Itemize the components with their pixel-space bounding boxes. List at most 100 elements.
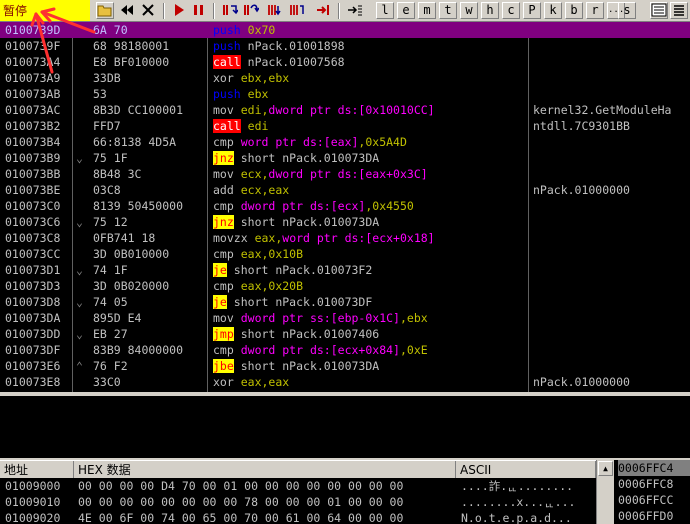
pause-icon[interactable] — [190, 2, 208, 19]
disasm-row[interactable]: 010073AB 53 push ebx — [0, 86, 690, 102]
instruction-operand: eax,eax — [240, 375, 290, 389]
stack-address[interactable]: 0006FFC4 — [618, 460, 690, 476]
disasm-row[interactable]: 010073E6 ⌃ 76 F2 jbe short nPack.010073DA — [0, 358, 690, 374]
instruction-text: jbe short nPack.010073DA — [213, 358, 379, 374]
instruction-text: call nPack.01007568 — [213, 54, 345, 70]
toolbar-w-button[interactable]: w — [460, 2, 478, 19]
run-icon[interactable] — [170, 2, 188, 19]
toolbar-c-button[interactable]: c — [502, 2, 520, 19]
instruction-bytes: 76 F2 — [93, 359, 128, 373]
instruction-mnemonic: push — [213, 87, 241, 101]
dump-header-address[interactable]: 地址 — [0, 461, 74, 479]
instruction-address: 010073C8 — [5, 231, 61, 245]
toolbar-k-button[interactable]: k — [544, 2, 562, 19]
toolbar-m-button[interactable]: m — [418, 2, 436, 19]
toolbar-s-button[interactable]: s — [618, 2, 636, 19]
dump-row[interactable]: 01009000 00 00 00 00 D4 70 00 01 00 00 00… — [0, 478, 596, 494]
stack-scrollbar[interactable]: ▲ — [596, 460, 614, 524]
instruction-comment: ntdll.7C9301BB — [533, 119, 630, 133]
dump-pane[interactable]: 01009000 00 00 00 00 D4 70 00 01 00 00 00… — [0, 478, 596, 524]
instruction-text: cmp eax,0x10B — [213, 246, 303, 262]
instruction-mnemonic: cmp — [213, 279, 234, 293]
instruction-bytes: EB 27 — [93, 327, 128, 341]
disasm-row[interactable]: 010073DA 895D E4 mov dword ptr ss:[ebp-0x1… — [0, 310, 690, 326]
instruction-mnemonic: xor — [213, 375, 234, 389]
instruction-address: 010073CC — [5, 247, 61, 261]
disasm-row[interactable]: 010073A4 E8 BF010000 call nPack.01007568 — [0, 54, 690, 70]
restart-icon[interactable] — [118, 2, 136, 19]
jump-direction-marker: ⌄ — [76, 263, 83, 277]
dump-address: 01009010 — [5, 495, 61, 509]
disasm-row[interactable]: 010073C6 ⌄ 75 12 jnz short nPack.010073DA — [0, 214, 690, 230]
help-icon[interactable] — [670, 2, 688, 19]
toolbar-P-button[interactable]: P — [523, 2, 541, 19]
instruction-text: cmp eax,0x20B — [213, 278, 303, 294]
instruction-operand: dword ptr ds:[eax+0x3C] — [268, 167, 428, 181]
instruction-operand: ebx,ebx — [240, 71, 290, 85]
stack-address[interactable]: 0006FFCC — [618, 492, 690, 508]
instruction-bytes: 8139 50450000 — [93, 199, 184, 213]
stack-pane[interactable]: 0006FFC4 0006FFC8 0006FFCC 0006FFD0 — [614, 460, 690, 524]
dump-row[interactable]: 01009020 4E 00 6F 00 74 00 65 00 70 00 61… — [0, 510, 596, 524]
jump-direction-marker: ⌄ — [76, 215, 83, 229]
disasm-row[interactable]: 010073AC 8B3D CC100001 mov edi,dword ptr d… — [0, 102, 690, 118]
disasm-row[interactable]: 010073C0 8139 50450000 cmp dword ptr ds:[e… — [0, 198, 690, 214]
go-to-origin-icon[interactable] — [346, 2, 364, 19]
disasm-row[interactable]: 010073BE 03C8 add ecx,eax nPack.01000000 — [0, 182, 690, 198]
step-into-icon[interactable] — [221, 2, 239, 19]
disasm-row[interactable]: 010073B2 FFD7 call edi ntdll.7C9301BB — [0, 118, 690, 134]
toolbar-b-button[interactable]: b — [565, 2, 583, 19]
disasm-row[interactable]: 010073DF 83B9 84000000 cmp dword ptr ds:[e… — [0, 342, 690, 358]
disasm-row[interactable]: 010073D8 ⌄ 74 05 je short nPack.010073DF — [0, 294, 690, 310]
close-icon[interactable] — [139, 2, 157, 19]
instruction-operand: ,0x5A4D — [358, 135, 407, 149]
disassembly-pane[interactable]: 0100739D 6A 70 push 0x70 0100739F 68 9818000… — [0, 22, 690, 392]
trace-into-icon[interactable] — [266, 2, 284, 19]
toolbar-r-button[interactable]: r — [586, 2, 604, 19]
instruction-address: 010073BE — [5, 183, 61, 197]
instruction-address: 010073D1 — [5, 263, 61, 277]
instruction-mnemonic: cmp — [213, 247, 234, 261]
instruction-operand: ecx,eax — [240, 183, 290, 197]
disasm-row[interactable]: 010073CC 3D 0B010000 cmp eax,0x10B — [0, 246, 690, 262]
disasm-row[interactable]: 010073D3 3D 0B020000 cmp eax,0x20B — [0, 278, 690, 294]
disasm-row[interactable]: 010073B4 66:8138 4D5A cmp word ptr ds:[eax… — [0, 134, 690, 150]
instruction-text: jnz short nPack.010073DA — [213, 214, 379, 230]
dump-header-hex[interactable]: HEX 数据 — [74, 461, 456, 479]
disasm-row[interactable]: 0100739D 6A 70 push 0x70 — [0, 22, 690, 38]
step-over-icon[interactable] — [242, 2, 260, 19]
instruction-address: 010073D3 — [5, 279, 61, 293]
toolbar-t-button[interactable]: t — [439, 2, 457, 19]
instruction-address: 010073E6 — [5, 359, 61, 373]
disasm-row[interactable]: 0100739F 68 98180001 push nPack.01001898 — [0, 38, 690, 54]
dump-header-ascii[interactable]: ASCII — [456, 461, 596, 479]
open-folder-icon[interactable] — [96, 2, 114, 19]
execute-till-return-icon[interactable] — [314, 2, 332, 19]
disasm-row[interactable]: 010073C8 0FB741 18 movzx eax,word ptr ds:[… — [0, 230, 690, 246]
instruction-mnemonic: add — [213, 183, 234, 197]
toolbar-h-button[interactable]: h — [481, 2, 499, 19]
status-paused-label: 暂停 — [0, 0, 90, 21]
disasm-row[interactable]: 010073A9 33DB xor ebx,ebx — [0, 70, 690, 86]
toolbar-e-button[interactable]: e — [397, 2, 415, 19]
disasm-row[interactable]: 010073D1 ⌄ 74 1F je short nPack.010073F2 — [0, 262, 690, 278]
instruction-bytes: 0FB741 18 — [93, 231, 156, 245]
instruction-text: movzx eax,word ptr ds:[ecx+0x18] — [213, 230, 435, 246]
instruction-operand: dword ptr ds:[0x10010CC] — [268, 103, 435, 117]
dump-row[interactable]: 01009010 00 00 00 00 00 00 00 00 78 00 00… — [0, 494, 596, 510]
stack-address[interactable]: 0006FFC8 — [618, 476, 690, 492]
toolbar-separator — [213, 3, 215, 19]
list-view-icon[interactable] — [650, 2, 668, 19]
disasm-row[interactable]: 010073B9 ⌄ 75 1F jnz short nPack.010073DA — [0, 150, 690, 166]
dump-ascii: ....詐.ᇿ........ — [461, 479, 574, 493]
trace-over-icon[interactable] — [288, 2, 306, 19]
disasm-row[interactable]: 010073DD ⌄ EB 27 jmp short nPack.01007406 — [0, 326, 690, 342]
instruction-bytes: 83B9 84000000 — [93, 343, 184, 357]
scroll-up-icon[interactable]: ▲ — [598, 461, 613, 476]
disasm-row[interactable]: 010073E8 33C0 xor eax,eax nPack.01000000 — [0, 374, 690, 390]
disasm-row[interactable]: 010073BB 8B48 3C mov ecx,dword ptr ds:[eax… — [0, 166, 690, 182]
stack-address[interactable]: 0006FFD0 — [618, 508, 690, 524]
instruction-text: cmp word ptr ds:[eax],0x5A4D — [213, 134, 407, 150]
instruction-mnemonic: je — [213, 295, 227, 309]
toolbar-l-button[interactable]: l — [376, 2, 394, 19]
